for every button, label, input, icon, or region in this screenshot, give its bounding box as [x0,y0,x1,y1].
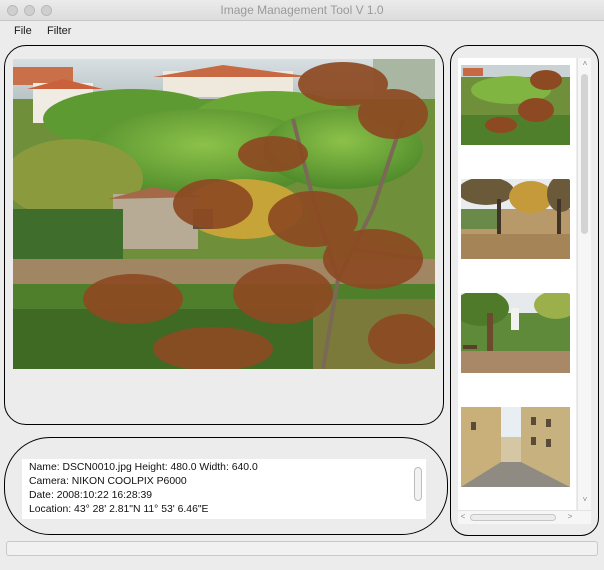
scroll-right-icon[interactable]: ˃ [563,512,577,521]
thumbnail-avenue-trees[interactable] [461,179,570,259]
thumbnail-hillside[interactable] [461,65,570,145]
menu-file[interactable]: File [14,25,32,37]
menu-filter[interactable]: Filter [47,25,71,37]
scroll-left-icon[interactable]: ˂ [456,512,470,521]
info-camera: Camera: NIKON COOLPIX P6000 [29,476,187,487]
vertical-scroll-thumb[interactable] [581,74,588,234]
scroll-up-icon[interactable]: ˄ [578,59,592,68]
thumbnail-horizontal-scrollbar[interactable]: ˂ ˃ [458,510,591,524]
image-info-textarea[interactable]: Name: DSCN0010.jpg Height: 480.0 Width: … [22,459,426,519]
info-date: Date: 2008:10:22 16:28:39 [29,490,153,501]
menu-bar: File Filter [0,21,604,41]
info-name-dimensions: Name: DSCN0010.jpg Height: 480.0 Width: … [29,462,258,473]
info-location: Location: 43° 28' 2.81"N 11° 53' 6.46"E [29,504,209,515]
status-bar [6,541,598,556]
horizontal-scroll-thumb[interactable] [470,514,556,521]
window-title: Image Management Tool V 1.0 [220,3,384,17]
thumbnail-narrow-street[interactable] [461,407,570,487]
thumbnail-list[interactable] [458,58,576,510]
scroll-down-icon[interactable]: ˅ [578,495,592,504]
title-bar: Image Management Tool V 1.0 [0,0,604,21]
main-image [13,59,435,369]
thumbnail-vertical-scrollbar[interactable]: ˄ ˅ [577,58,591,510]
thumbnail-park-monument[interactable] [461,293,570,373]
info-scrollbar[interactable] [414,467,422,501]
